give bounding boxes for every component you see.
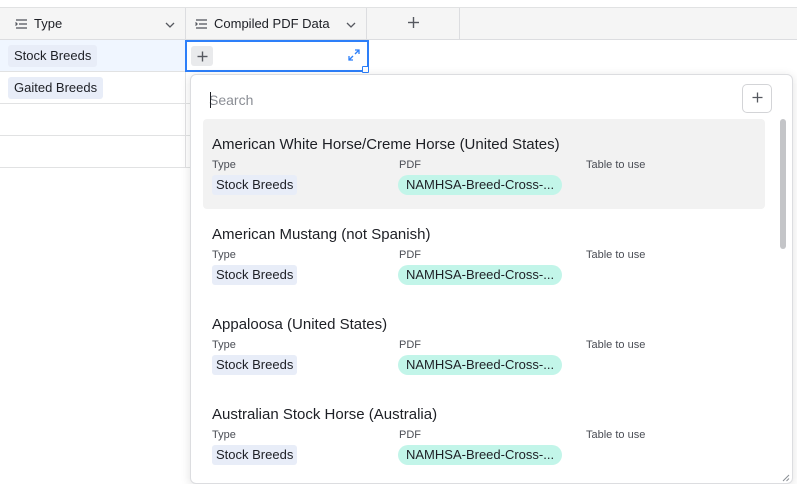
add-linked-record-button[interactable] [191,46,213,66]
type-cell[interactable]: Gaited Breeds [0,72,186,103]
record-option[interactable]: American Mustang (not Spanish) Type PDF … [203,209,765,299]
type-cell[interactable]: Stock Breeds [0,40,186,71]
table-label: Table to use [586,159,646,171]
chevron-down-icon[interactable] [165,18,175,33]
table-label: Table to use [586,339,646,351]
type-cell[interactable] [0,136,186,167]
record-picker-dropdown: American White Horse/Creme Horse (United… [190,74,793,484]
type-label: Type [212,159,236,171]
column-header-label: Compiled PDF Data [214,16,330,31]
record-option[interactable]: Australian Stock Horse (Australia) Type … [203,389,765,479]
column-header-row: Type Compiled PDF Data [0,8,797,40]
lookup-field-icon [194,17,208,31]
pdf-attachment-chip: NAMHSA-Breed-Cross-... [398,355,563,375]
pdf-label: PDF [399,159,421,171]
type-label: Type [212,339,236,351]
type-label: Type [212,429,236,441]
type-label: Type [212,249,236,261]
column-header-type[interactable]: Type [0,8,186,39]
pdf-label: PDF [399,249,421,261]
search-input[interactable] [209,89,729,111]
record-list: American White Horse/Creme Horse (United… [203,119,765,479]
type-chip: Stock Breeds [8,44,98,67]
type-chip: Stock Breeds [212,175,298,195]
pdf-attachment-chip: NAMHSA-Breed-Cross-... [398,175,563,195]
record-title: American White Horse/Creme Horse (United… [212,136,560,153]
type-chip: Stock Breeds [212,355,298,375]
add-column-button[interactable] [367,8,460,39]
pdf-attachment-chip: NAMHSA-Breed-Cross-... [398,265,563,285]
chevron-down-icon[interactable] [346,18,356,33]
multiple-select-field-icon [14,17,28,31]
table-label: Table to use [586,429,646,441]
record-title: Appaloosa (United States) [212,316,388,333]
type-cell[interactable] [0,104,186,135]
plus-icon [407,16,420,32]
record-title: American Mustang (not Spanish) [212,226,431,243]
pdf-label: PDF [399,429,421,441]
pdf-label: PDF [399,339,421,351]
scrollbar[interactable] [779,119,787,479]
grid-view: Type Compiled PDF Data Stock Breeds Gait… [0,0,797,484]
create-record-button[interactable] [742,84,772,113]
type-chip: Stock Breeds [212,445,298,465]
compiled-pdf-data-cell[interactable] [185,40,369,72]
column-header-label: Type [34,16,63,31]
pdf-attachment-chip: NAMHSA-Breed-Cross-... [398,445,563,465]
plus-icon [752,90,763,108]
record-option[interactable]: Appaloosa (United States) Type PDF Table… [203,299,765,389]
text-caret [210,92,211,108]
record-option[interactable]: American White Horse/Creme Horse (United… [203,119,765,209]
resize-handle-icon[interactable] [782,469,790,482]
fill-handle[interactable] [362,66,369,73]
record-title: Australian Stock Horse (Australia) [212,406,438,423]
expand-icon[interactable] [347,48,361,62]
top-bar [0,0,797,8]
table-label: Table to use [586,249,646,261]
type-chip: Stock Breeds [212,265,298,285]
type-chip: Gaited Breeds [8,76,104,99]
scrollbar-thumb[interactable] [780,119,786,249]
column-header-compiled-pdf-data[interactable]: Compiled PDF Data [186,8,367,39]
